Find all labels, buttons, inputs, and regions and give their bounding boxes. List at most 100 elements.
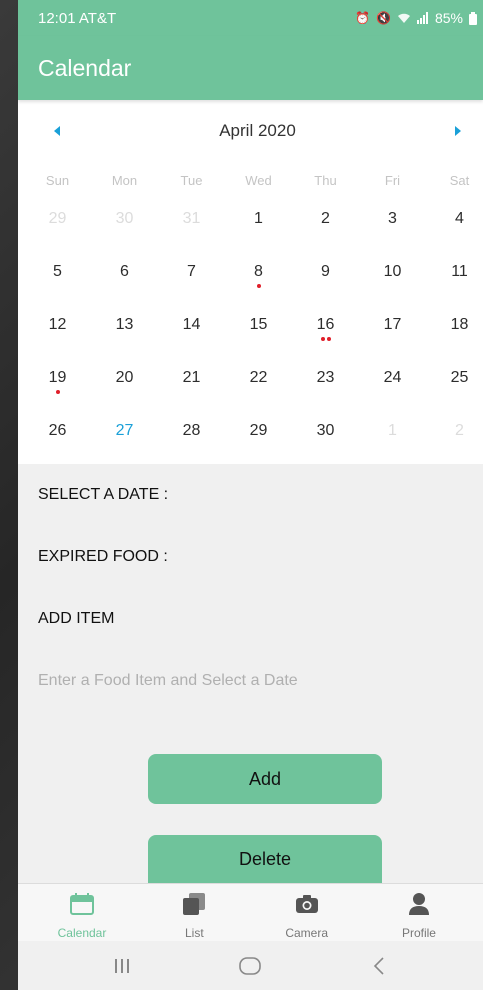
list-icon: [183, 892, 206, 916]
calendar-day[interactable]: 1: [225, 198, 292, 251]
day-number: 14: [182, 316, 201, 333]
calendar-day[interactable]: 6: [91, 251, 158, 304]
calendar-day[interactable]: 5: [24, 251, 91, 304]
day-number: 17: [383, 316, 402, 333]
calendar-day[interactable]: 10: [359, 251, 426, 304]
calendar-day[interactable]: 14: [158, 304, 225, 357]
prev-month-arrow-icon[interactable]: [54, 126, 60, 136]
day-number: 9: [321, 263, 330, 280]
day-number: 27: [115, 422, 134, 439]
weekday-label: Fri: [384, 172, 401, 188]
tab-calendar[interactable]: Calendar: [26, 884, 138, 941]
calendar-day[interactable]: 11: [426, 251, 483, 304]
mute-icon: 🔇: [376, 11, 391, 25]
calendar-day[interactable]: 25: [426, 357, 483, 410]
tab-camera[interactable]: Camera: [251, 884, 363, 941]
status-time: 12:01: [38, 9, 76, 27]
day-number: 29: [249, 422, 268, 439]
wifi-icon: [397, 13, 410, 23]
status-left: 12:01 AT&T: [38, 10, 116, 27]
calendar-day[interactable]: 30: [292, 410, 359, 463]
weekday-label: Tue: [180, 172, 203, 188]
calendar-day[interactable]: 21: [158, 357, 225, 410]
day-number: 3: [388, 210, 397, 227]
form-section: SELECT A DATE : EXPIRED FOOD : ADD ITEM: [18, 464, 483, 650]
bottom-tab-bar: Calendar List Camera Profile: [18, 883, 483, 941]
day-number: 7: [187, 263, 196, 280]
calendar-day[interactable]: 7: [158, 251, 225, 304]
calendar-day[interactable]: 12: [24, 304, 91, 357]
event-dot-icon: [256, 284, 261, 288]
recent-apps-icon: [115, 958, 130, 973]
day-number: 31: [182, 210, 201, 227]
weekday-label: Wed: [245, 172, 272, 188]
calendar-day[interactable]: 31: [158, 198, 225, 251]
calendar-day[interactable]: 30: [91, 198, 158, 251]
calendar-day[interactable]: 8: [225, 251, 292, 304]
day-number: 6: [120, 263, 129, 280]
day-number: 19: [48, 369, 67, 386]
weekday-header: Sun Mon Tue Wed Thu Fri Sat: [18, 162, 483, 198]
calendar-day[interactable]: 16: [292, 304, 359, 357]
delete-button[interactable]: Delete: [148, 835, 382, 883]
day-number: 13: [115, 316, 134, 333]
day-number: 10: [383, 263, 402, 280]
tab-label: Calendar: [57, 926, 107, 940]
expired-food-label: EXPIRED FOOD :: [38, 548, 168, 565]
event-markers: [292, 337, 359, 341]
day-number: 2: [455, 422, 464, 439]
calendar-day[interactable]: 15: [225, 304, 292, 357]
event-markers: [225, 284, 292, 288]
tab-label: Camera: [285, 926, 328, 940]
day-number: 16: [316, 316, 335, 333]
calendar-day[interactable]: 22: [225, 357, 292, 410]
add-button[interactable]: Add: [148, 754, 382, 804]
calendar-day[interactable]: 3: [359, 198, 426, 251]
calendar-day[interactable]: 18: [426, 304, 483, 357]
event-dot-icon: [55, 390, 60, 394]
calendar-day[interactable]: 29: [225, 410, 292, 463]
calendar-icon: [70, 892, 94, 916]
calendar-day[interactable]: 23: [292, 357, 359, 410]
calendar-day[interactable]: 1: [359, 410, 426, 463]
app-bar: Calendar: [18, 36, 483, 100]
calendar-day[interactable]: 20: [91, 357, 158, 410]
food-item-input[interactable]: [38, 672, 458, 690]
calendar-day[interactable]: 4: [426, 198, 483, 251]
home-button[interactable]: [220, 946, 280, 986]
calendar-day[interactable]: 2: [292, 198, 359, 251]
status-carrier: AT&T: [78, 9, 117, 27]
day-number: 30: [115, 210, 134, 227]
day-number: 23: [316, 369, 335, 386]
calendar-day[interactable]: 9: [292, 251, 359, 304]
calendar-day[interactable]: 26: [24, 410, 91, 463]
tab-list[interactable]: List: [138, 884, 250, 941]
recent-apps-button[interactable]: [92, 946, 152, 986]
calendar-day[interactable]: 2: [426, 410, 483, 463]
calendar-day[interactable]: 24: [359, 357, 426, 410]
home-icon: [239, 956, 262, 975]
day-number: 24: [383, 369, 402, 386]
next-month-arrow-icon[interactable]: [455, 126, 461, 136]
calendar-day[interactable]: 17: [359, 304, 426, 357]
day-number: 22: [249, 369, 268, 386]
calendar-day[interactable]: 29: [24, 198, 91, 251]
calendar-day[interactable]: 19: [24, 357, 91, 410]
camera-icon: [295, 892, 318, 916]
calendar-day[interactable]: 28: [158, 410, 225, 463]
tab-profile[interactable]: Profile: [363, 884, 475, 941]
calendar-day[interactable]: 13: [91, 304, 158, 357]
day-number: 28: [182, 422, 201, 439]
month-header: April 2020: [18, 100, 483, 162]
back-button[interactable]: [349, 946, 409, 986]
day-number: 1: [388, 422, 397, 439]
tab-label: List: [184, 926, 204, 940]
weekday-label: Mon: [111, 172, 138, 188]
calendar-day-today[interactable]: 27: [91, 410, 158, 463]
select-date-label: SELECT A DATE :: [38, 486, 169, 503]
alarm-icon: ⏰: [355, 11, 371, 25]
item-input-row: [18, 650, 483, 712]
day-number: 12: [48, 316, 67, 333]
day-number: 25: [450, 369, 469, 386]
calendar: April 2020 Sun Mon Tue Wed Thu Fri Sat 29 30 31 1…: [18, 100, 483, 464]
